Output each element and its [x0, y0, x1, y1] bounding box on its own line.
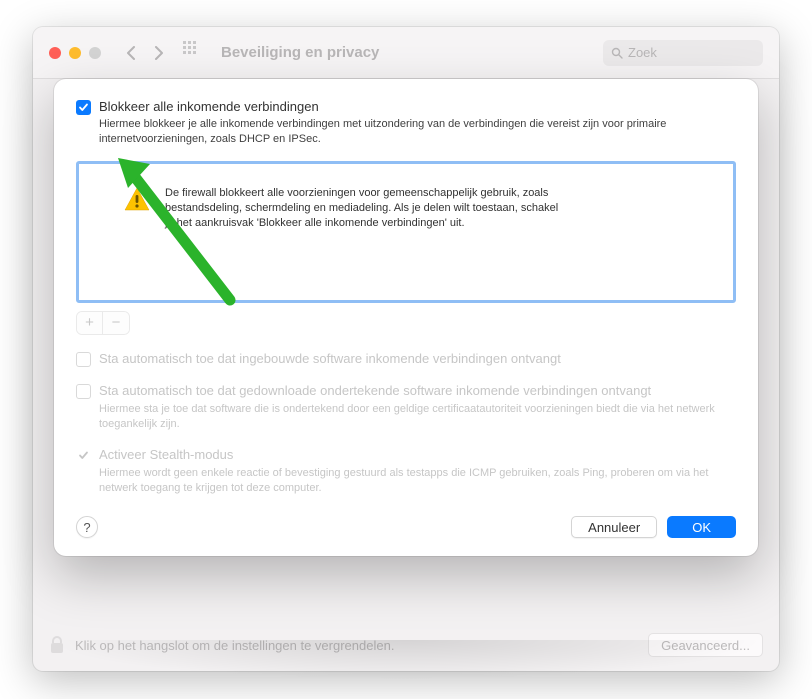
- stealth-checkbox: [76, 448, 91, 463]
- warning-icon: [123, 186, 151, 214]
- remove-button[interactable]: −: [103, 312, 129, 334]
- search-placeholder: Zoek: [628, 45, 657, 60]
- ok-button[interactable]: OK: [667, 516, 736, 538]
- advanced-button[interactable]: Geavanceerd...: [648, 633, 763, 657]
- show-all-button[interactable]: [183, 41, 207, 65]
- traffic-lights: [49, 47, 101, 59]
- zoom-window-button[interactable]: [89, 47, 101, 59]
- block-incoming-description: Hiermee blokkeer je alle inkomende verbi…: [99, 117, 736, 147]
- auto-signed-description: Hiermee sta je toe dat software die is o…: [99, 402, 736, 432]
- block-incoming-checkbox[interactable]: [76, 100, 91, 115]
- close-window-button[interactable]: [49, 47, 61, 59]
- auto-signed-label: Sta automatisch toe dat gedownloade onde…: [99, 383, 651, 398]
- help-button[interactable]: ?: [76, 516, 98, 538]
- auto-builtin-label: Sta automatisch toe dat ingebouwde softw…: [99, 351, 561, 366]
- add-button[interactable]: +: [77, 312, 103, 334]
- back-button[interactable]: [119, 41, 143, 65]
- search-icon: [611, 47, 623, 59]
- auto-signed-checkbox: [76, 384, 91, 399]
- lock-text: Klik op het hangslot om de instellingen …: [75, 638, 648, 653]
- nav-buttons: [119, 41, 171, 65]
- info-box: De firewall blokkeert alle voorzieningen…: [76, 161, 736, 303]
- window-title: Beveiliging en privacy: [221, 44, 603, 61]
- titlebar: Beveiliging en privacy Zoek: [33, 27, 779, 79]
- minimize-window-button[interactable]: [69, 47, 81, 59]
- firewall-options-modal: Blokkeer alle inkomende verbindingen Hie…: [54, 79, 758, 556]
- stealth-label: Activeer Stealth-modus: [99, 447, 233, 462]
- stealth-description: Hiermee wordt geen enkele reactie of bev…: [99, 466, 736, 496]
- lock-icon[interactable]: [49, 635, 65, 655]
- cancel-button[interactable]: Annuleer: [571, 516, 657, 538]
- bottom-bar: Klik op het hangslot om de instellingen …: [49, 633, 763, 657]
- info-text: De firewall blokkeert alle voorzieningen…: [165, 186, 565, 232]
- search-input[interactable]: Zoek: [603, 40, 763, 66]
- auto-builtin-checkbox: [76, 352, 91, 367]
- forward-button[interactable]: [147, 41, 171, 65]
- block-incoming-label: Blokkeer alle inkomende verbindingen: [99, 99, 319, 114]
- add-remove-buttons: + −: [76, 311, 130, 335]
